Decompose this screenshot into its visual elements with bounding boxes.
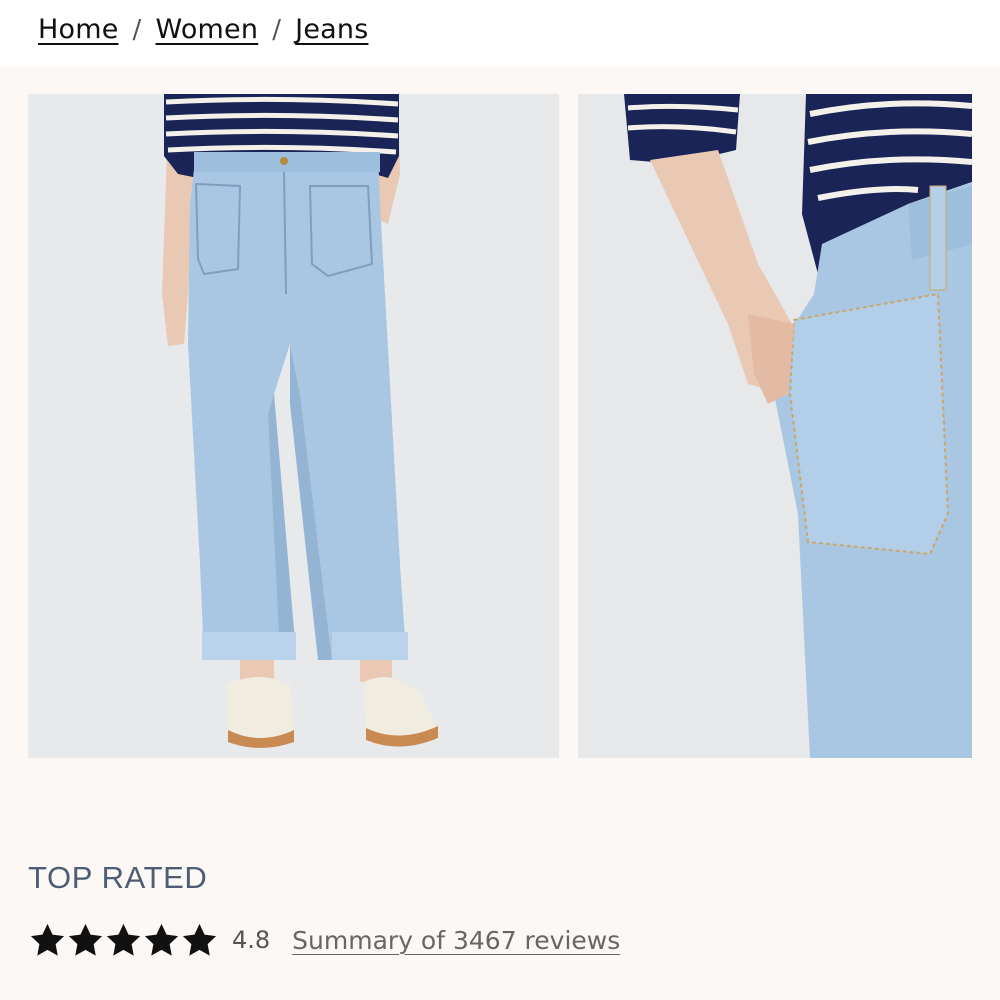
product-image-detail-illustration [578, 94, 972, 758]
star-icon [180, 921, 219, 960]
star-rating [28, 921, 218, 960]
product-image-front[interactable] [28, 94, 559, 758]
breadcrumb: Home / Women / Jeans [38, 14, 368, 45]
product-gallery [0, 66, 1000, 786]
star-icon [142, 921, 181, 960]
star-icon [104, 921, 143, 960]
breadcrumb-separator: / [132, 14, 142, 45]
reviews-summary-link[interactable]: Summary of 3467 reviews [292, 926, 620, 955]
breadcrumb-home-link[interactable]: Home [38, 14, 119, 45]
rating-row: 4.8 Summary of 3467 reviews [28, 918, 620, 962]
breadcrumb-jeans-link[interactable]: Jeans [295, 14, 368, 45]
star-icon [66, 921, 105, 960]
breadcrumb-women-link[interactable]: Women [156, 14, 259, 45]
product-image-detail[interactable] [578, 94, 972, 758]
star-icon [28, 921, 67, 960]
rating-value: 4.8 [232, 926, 271, 954]
top-rated-badge: TOP RATED [28, 860, 208, 895]
breadcrumb-separator: / [272, 14, 282, 45]
product-image-front-illustration [28, 94, 559, 758]
breadcrumb-bar: Home / Women / Jeans [0, 0, 1000, 66]
